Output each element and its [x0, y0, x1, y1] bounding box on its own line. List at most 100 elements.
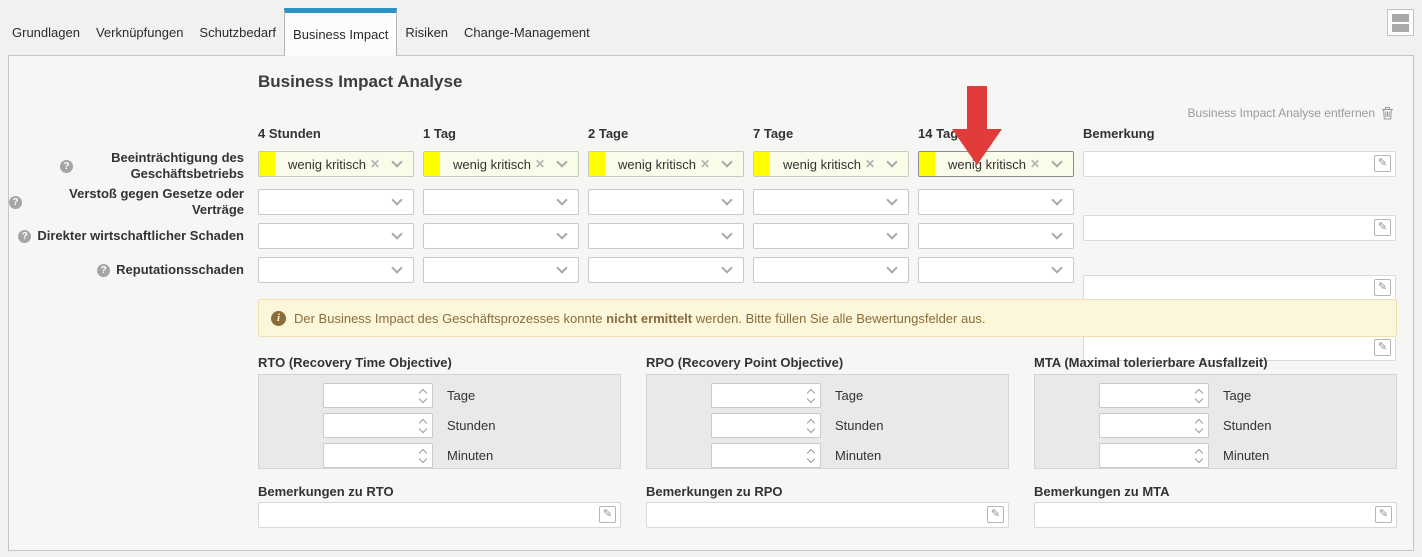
severity-dropdown-r3c0[interactable] — [258, 257, 414, 283]
rto-remarks-input[interactable] — [258, 502, 621, 528]
edit-pencil-icon[interactable]: ✎ — [1375, 506, 1392, 523]
rto-remarks-field[interactable]: ✎ — [258, 502, 621, 528]
severity-dropdown-r1c4[interactable] — [918, 189, 1074, 215]
chevron-down-icon[interactable] — [886, 194, 897, 205]
severity-dropdown-r2c2[interactable] — [588, 223, 744, 249]
mta-stunden-stepper[interactable] — [1099, 413, 1209, 438]
rpo-remarks-input[interactable] — [646, 502, 1009, 528]
clear-selection-icon[interactable]: ✕ — [535, 157, 545, 171]
chevron-down-icon[interactable] — [391, 228, 402, 239]
rto-tage-stepper[interactable] — [323, 383, 433, 408]
edit-pencil-icon[interactable]: ✎ — [987, 506, 1004, 523]
remark-input[interactable] — [1083, 215, 1396, 241]
clear-selection-icon[interactable]: ✕ — [700, 157, 710, 171]
chevron-down-icon[interactable] — [556, 262, 567, 273]
rpo-stunden-stepper[interactable] — [711, 413, 821, 438]
row-label-text: Direkter wirtschaftlicher Schaden — [37, 228, 244, 244]
severity-dropdown-r3c1[interactable] — [423, 257, 579, 283]
severity-dropdown-r0c1[interactable]: wenig kritisch ✕ — [423, 151, 579, 177]
severity-dropdown-r0c4[interactable]: wenig kritisch ✕ — [918, 151, 1074, 177]
chevron-down-icon[interactable] — [721, 156, 732, 167]
help-icon[interactable]: ? — [9, 196, 22, 209]
unit-label: Tage — [1223, 388, 1251, 403]
tab-risiken[interactable]: Risiken — [397, 8, 456, 56]
severity-dropdown-r1c3[interactable] — [753, 189, 909, 215]
severity-dropdown-r2c4[interactable] — [918, 223, 1074, 249]
help-icon[interactable]: ? — [18, 230, 31, 243]
mta-minuten-stepper[interactable] — [1099, 443, 1209, 468]
spinner-icon[interactable] — [1191, 444, 1206, 467]
help-icon[interactable]: ? — [97, 264, 110, 277]
tab-verknuepfungen[interactable]: Verknüpfungen — [88, 8, 191, 56]
chevron-down-icon[interactable] — [1051, 194, 1062, 205]
tab-schutzbedarf[interactable]: Schutzbedarf — [191, 8, 284, 56]
rto-stunden-stepper[interactable] — [323, 413, 433, 438]
spinner-icon[interactable] — [803, 414, 818, 437]
chevron-down-icon[interactable] — [721, 228, 732, 239]
spinner-icon[interactable] — [415, 414, 430, 437]
severity-dropdown-r2c0[interactable] — [258, 223, 414, 249]
severity-dropdown-r0c2[interactable]: wenig kritisch ✕ — [588, 151, 744, 177]
chevron-down-icon[interactable] — [886, 262, 897, 273]
severity-dropdown-r0c0[interactable]: wenig kritisch ✕ — [258, 151, 414, 177]
spinner-icon[interactable] — [1191, 414, 1206, 437]
rto-minuten-stepper[interactable] — [323, 443, 433, 468]
severity-dropdown-r3c3[interactable] — [753, 257, 909, 283]
chevron-down-icon[interactable] — [556, 194, 567, 205]
layout-toggle-icon[interactable] — [1387, 9, 1414, 36]
chevron-down-icon[interactable] — [1051, 228, 1062, 239]
spinner-icon[interactable] — [415, 384, 430, 407]
page-title: Business Impact Analyse — [258, 72, 462, 92]
spinner-icon[interactable] — [1191, 384, 1206, 407]
remark-field-r1[interactable]: ✎ — [1083, 215, 1396, 241]
mta-tage-stepper[interactable] — [1099, 383, 1209, 408]
remark-input[interactable] — [1083, 151, 1396, 177]
edit-pencil-icon[interactable]: ✎ — [1374, 155, 1391, 172]
tab-business-impact[interactable]: Business Impact — [284, 8, 397, 56]
tab-grundlagen[interactable]: Grundlagen — [4, 8, 88, 56]
remove-bia-link[interactable]: Business Impact Analyse entfernen — [1188, 106, 1394, 120]
mta-remarks-field[interactable]: ✎ — [1034, 502, 1397, 528]
tab-change-management[interactable]: Change-Management — [456, 8, 598, 56]
spinner-icon[interactable] — [803, 384, 818, 407]
severity-dropdown-r3c4[interactable] — [918, 257, 1074, 283]
chevron-down-icon[interactable] — [391, 194, 402, 205]
chevron-down-icon[interactable] — [721, 194, 732, 205]
remark-field-r2[interactable]: ✎ — [1083, 275, 1396, 301]
chevron-down-icon[interactable] — [1051, 262, 1062, 273]
edit-pencil-icon[interactable]: ✎ — [1374, 219, 1391, 236]
spinner-icon[interactable] — [415, 444, 430, 467]
clear-selection-icon[interactable]: ✕ — [865, 157, 875, 171]
severity-dropdown-r1c1[interactable] — [423, 189, 579, 215]
chevron-down-icon[interactable] — [391, 156, 402, 167]
trash-icon[interactable] — [1381, 106, 1394, 120]
chevron-down-icon[interactable] — [391, 262, 402, 273]
rpo-remarks-field[interactable]: ✎ — [646, 502, 1009, 528]
rpo-minuten-stepper[interactable] — [711, 443, 821, 468]
clear-selection-icon[interactable]: ✕ — [1030, 157, 1040, 171]
chevron-down-icon[interactable] — [556, 228, 567, 239]
help-icon[interactable]: ? — [60, 160, 73, 173]
chevron-down-icon[interactable] — [886, 156, 897, 167]
severity-dropdown-r0c3[interactable]: wenig kritisch ✕ — [753, 151, 909, 177]
severity-dropdown-r2c1[interactable] — [423, 223, 579, 249]
chevron-down-icon[interactable] — [721, 262, 732, 273]
row-label-reputationsschaden: ? Reputationsschaden — [9, 257, 244, 283]
edit-pencil-icon[interactable]: ✎ — [1374, 279, 1391, 296]
edit-pencil-icon[interactable]: ✎ — [599, 506, 616, 523]
rto-panel: Tage Stunden Minuten — [258, 374, 621, 469]
remark-field-r0[interactable]: ✎ — [1083, 151, 1396, 177]
spinner-icon[interactable] — [803, 444, 818, 467]
chevron-down-icon[interactable] — [886, 228, 897, 239]
severity-dropdown-r2c3[interactable] — [753, 223, 909, 249]
remark-input[interactable] — [1083, 275, 1396, 301]
edit-pencil-icon[interactable]: ✎ — [1374, 339, 1391, 356]
clear-selection-icon[interactable]: ✕ — [370, 157, 380, 171]
severity-dropdown-r3c2[interactable] — [588, 257, 744, 283]
chevron-down-icon[interactable] — [556, 156, 567, 167]
mta-remarks-input[interactable] — [1034, 502, 1397, 528]
severity-dropdown-r1c0[interactable] — [258, 189, 414, 215]
rpo-tage-stepper[interactable] — [711, 383, 821, 408]
chevron-down-icon[interactable] — [1051, 156, 1062, 167]
severity-dropdown-r1c2[interactable] — [588, 189, 744, 215]
